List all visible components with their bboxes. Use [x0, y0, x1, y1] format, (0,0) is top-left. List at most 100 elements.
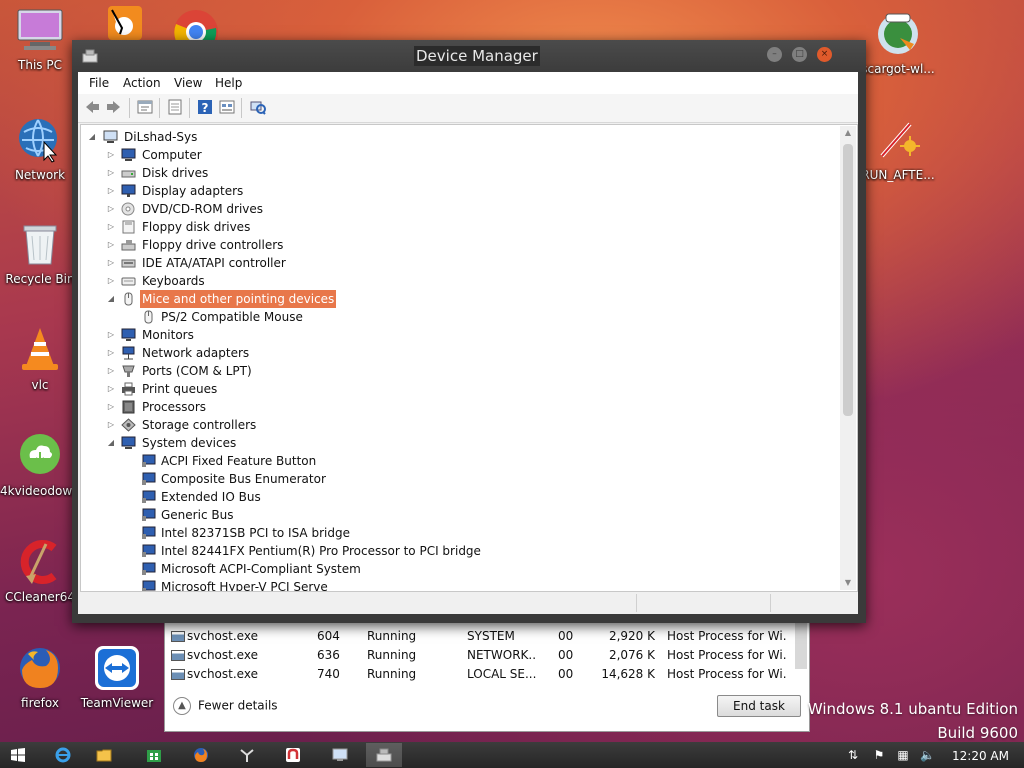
maximize-button[interactable]: □: [792, 47, 807, 62]
taskbar-device-manager[interactable]: [366, 743, 402, 767]
process-row[interactable]: svchost.exe 636 Running NETWORK... 00 2,…: [165, 646, 793, 665]
clock[interactable]: 12:20 AM: [952, 749, 1009, 763]
expand-arrow-icon[interactable]: ▷: [106, 182, 116, 200]
system-device-icon: [121, 436, 136, 450]
printer-icon: [121, 382, 136, 396]
network-updown-icon[interactable]: ⇅: [846, 748, 860, 762]
storage-controller-icon: [121, 418, 136, 432]
menu-help[interactable]: Help: [215, 76, 242, 90]
process-row[interactable]: svchost.exe 740 Running LOCAL SE... 00 1…: [165, 665, 793, 684]
desktop-icon-label: TeamViewer: [80, 696, 154, 710]
desktop-icon-escargot[interactable]: scargot-wl...: [858, 10, 938, 76]
floppy-disk-icon: [121, 220, 136, 234]
process-row[interactable]: svchost.exe 604 Running SYSTEM 00 2,920 …: [165, 627, 793, 646]
desktop-icon-teamviewer[interactable]: TeamViewer: [77, 644, 157, 710]
close-button[interactable]: ×: [817, 47, 832, 62]
ide-controller-icon: [121, 256, 136, 270]
taskbar-office[interactable]: [275, 743, 311, 767]
expand-arrow-icon[interactable]: ▷: [106, 146, 116, 164]
expand-arrow-icon[interactable]: ▷: [106, 236, 116, 254]
os-edition-text: Windows 8.1 ubantu Edition: [807, 700, 1018, 718]
expand-arrow-icon[interactable]: ▷: [106, 398, 116, 416]
expand-arrow-icon[interactable]: ▷: [106, 200, 116, 218]
vertical-scrollbar[interactable]: ▲ ▼: [840, 126, 856, 590]
taskbar-app[interactable]: [229, 743, 265, 767]
end-task-button[interactable]: End task: [717, 695, 801, 717]
process-memory: 2,920 K: [608, 629, 655, 643]
tree-device-label: ACPI Fixed Feature Button: [161, 454, 317, 468]
show-hidden-icon[interactable]: [167, 99, 183, 115]
status-pane: [770, 594, 859, 612]
taskbar-file-explorer[interactable]: [86, 743, 122, 767]
desktop-icon-network[interactable]: Network: [0, 116, 80, 182]
recycle-bin-icon: [16, 220, 64, 268]
tree-device-label: Microsoft Hyper-V PCI Serve: [161, 580, 328, 592]
scroll-down-arrow-icon[interactable]: ▼: [840, 576, 856, 590]
mouse-icon: [121, 292, 136, 306]
expand-arrow-icon[interactable]: ▷: [106, 344, 116, 362]
taskbar-store[interactable]: [136, 743, 172, 767]
help-icon[interactable]: ?: [197, 99, 213, 115]
expand-arrow-icon[interactable]: ▷: [106, 164, 116, 182]
expand-arrow-icon[interactable]: ▷: [106, 362, 116, 380]
start-button[interactable]: [0, 743, 36, 767]
tree-category-label: Floppy drive controllers: [142, 238, 284, 252]
escargot-icon: [874, 10, 922, 58]
desktop-icon-vlc[interactable]: vlc: [0, 326, 80, 392]
desktop-icon-firefox[interactable]: firefox: [0, 644, 80, 710]
file-explorer-icon: [96, 747, 112, 763]
window-title: Device Manager: [414, 46, 540, 66]
network-adapter-icon: [121, 346, 136, 360]
scan-hardware-icon[interactable]: [250, 99, 266, 115]
desktop-icon-4kvideodownloader[interactable]: 4kvideodow...: [0, 432, 80, 498]
monitor-icon: [16, 6, 64, 54]
vlc-cone-icon: [16, 326, 64, 374]
magic-wand-icon: [874, 116, 922, 164]
forward-arrow-icon[interactable]: [106, 99, 122, 115]
expand-arrow-icon[interactable]: ▷: [106, 326, 116, 344]
desktop-icon-ccleaner[interactable]: CCleaner64: [0, 538, 80, 604]
scroll-up-arrow-icon[interactable]: ▲: [840, 126, 856, 140]
taskbar-internet-explorer[interactable]: [45, 743, 81, 767]
process-description: Host Process for Wi...: [667, 667, 787, 681]
collapse-arrow-icon[interactable]: ◢: [87, 128, 97, 146]
scrollbar-thumb[interactable]: [843, 144, 853, 416]
taskbar-firefox[interactable]: [183, 743, 219, 767]
expand-arrow-icon[interactable]: ▷: [106, 272, 116, 290]
fewer-details-button[interactable]: ▲ Fewer details: [173, 697, 278, 717]
desktop-icon-label: RUN_AFTE...: [861, 168, 935, 182]
expand-arrow-icon[interactable]: ▷: [106, 218, 116, 236]
task-manager-window: svchost.exe 604 Running SYSTEM 00 2,920 …: [164, 618, 810, 732]
menu-view[interactable]: View: [174, 76, 202, 90]
expand-arrow-icon[interactable]: ▷: [106, 380, 116, 398]
app-icon: [239, 747, 255, 763]
minimize-button[interactable]: –: [767, 47, 782, 62]
title-bar[interactable]: Device Manager – □ ×: [72, 40, 866, 72]
network-status-icon[interactable]: ▦: [896, 748, 910, 762]
desktop-icon-this-pc[interactable]: This PC: [0, 6, 80, 72]
expand-arrow-icon[interactable]: ▷: [106, 254, 116, 272]
back-arrow-icon[interactable]: [84, 99, 100, 115]
collapse-arrow-icon[interactable]: ◢: [106, 290, 116, 308]
taskbar-remote-desktop[interactable]: [322, 743, 358, 767]
expand-arrow-icon[interactable]: ▷: [106, 416, 116, 434]
scrollbar-thumb[interactable]: [795, 623, 807, 669]
speaker-muted-icon[interactable]: 🔈: [920, 748, 935, 762]
collapse-arrow-icon[interactable]: ◢: [106, 434, 116, 452]
system-device-icon: [141, 580, 156, 591]
menu-file[interactable]: File: [89, 76, 109, 90]
window-client-area: File Action View Help ? ◢ DiLshad-Sys ▷ …: [78, 72, 858, 614]
desktop-icon-run-after[interactable]: RUN_AFTE...: [858, 116, 938, 182]
status-pane: [636, 594, 771, 612]
device-manager-icon: [376, 747, 392, 763]
taskbar: ⇅ ⚑ ▦ 🔈 12:20 AM: [0, 742, 1024, 768]
properties-icon[interactable]: [137, 99, 153, 115]
process-description: Host Process for Wi...: [667, 629, 787, 643]
desktop-icon-recycle-bin[interactable]: Recycle Bin: [0, 220, 80, 286]
flag-icon[interactable]: ⚑: [872, 748, 886, 762]
port-connector-icon: [121, 364, 136, 378]
tree-category-label: IDE ATA/ATAPI controller: [142, 256, 286, 270]
menu-action[interactable]: Action: [123, 76, 161, 90]
tree-category-label: Disk drives: [142, 166, 209, 180]
update-driver-icon[interactable]: [219, 99, 235, 115]
